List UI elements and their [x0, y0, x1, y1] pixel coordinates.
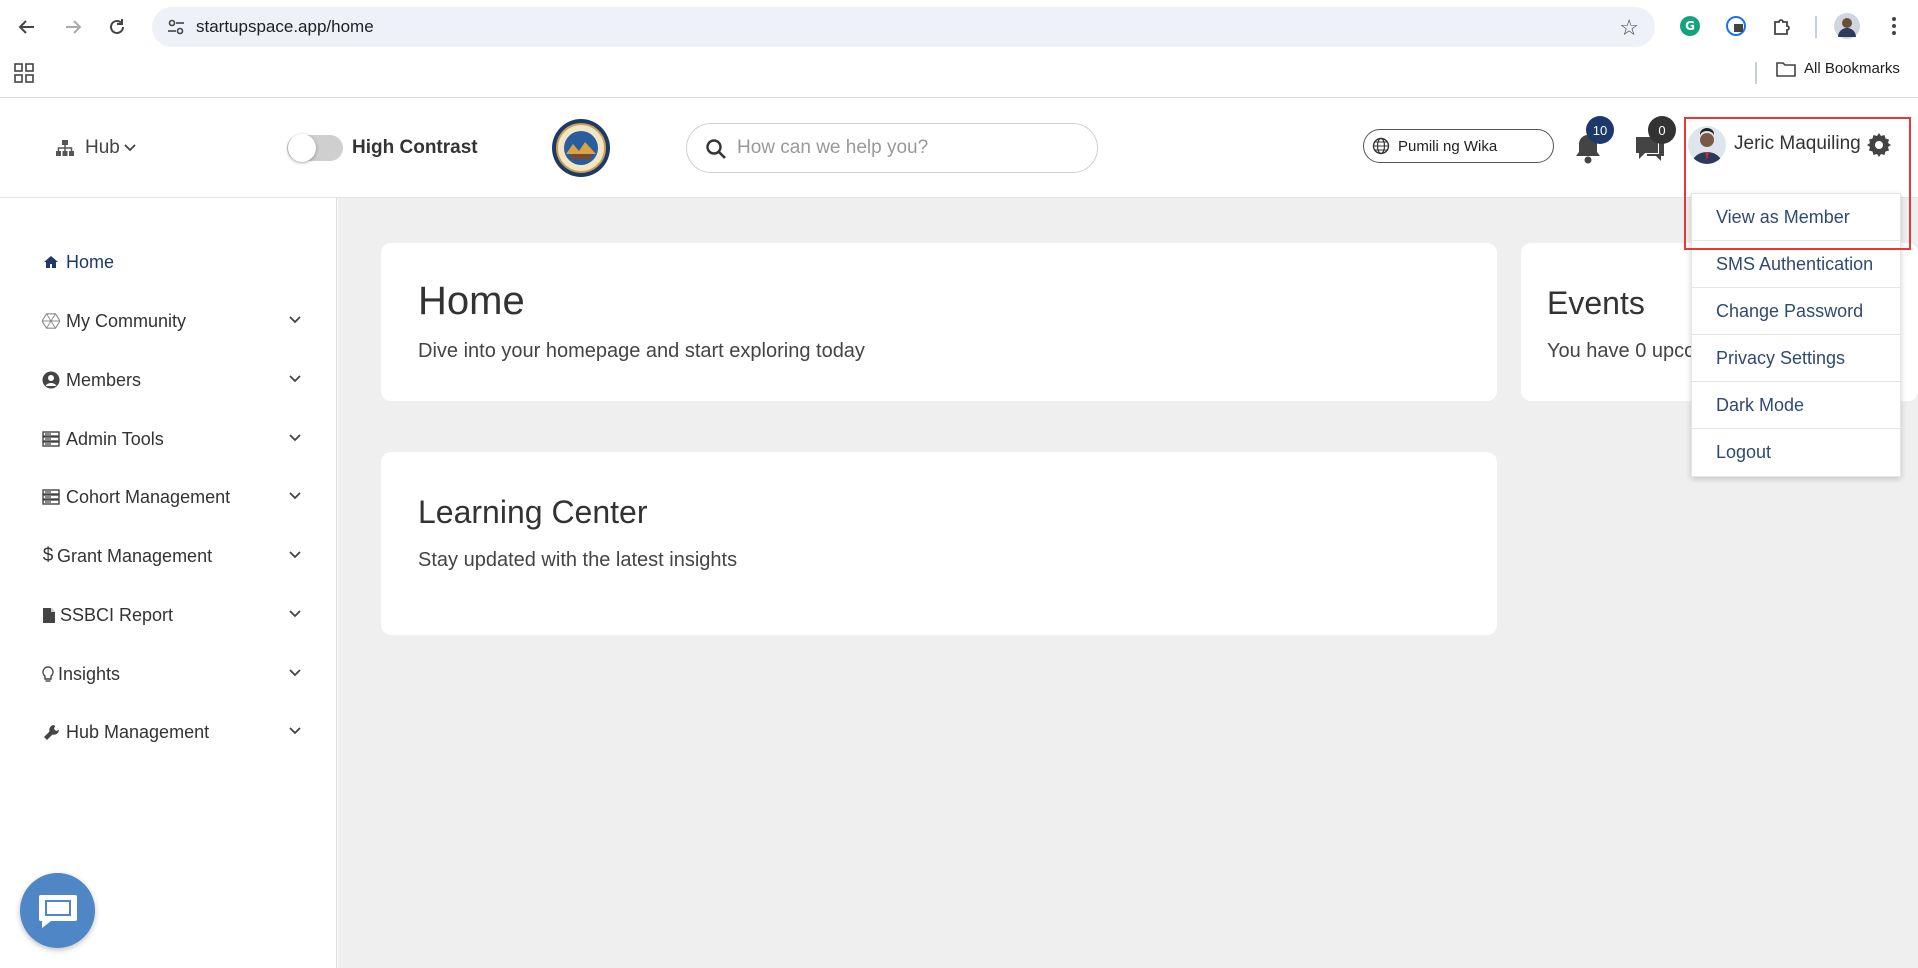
browser-menu-icon[interactable]: [1880, 12, 1908, 40]
chevron-down-icon: [289, 669, 301, 677]
live-chat-widget-button[interactable]: [20, 873, 95, 948]
home-card[interactable]: Home Dive into your homepage and start e…: [381, 243, 1497, 401]
extensions-puzzle-icon[interactable]: [1768, 12, 1796, 40]
sidebar-item-home[interactable]: Home: [42, 247, 302, 277]
menu-item-logout[interactable]: Logout: [1692, 429, 1900, 476]
menu-item-sms-authentication[interactable]: SMS Authentication: [1692, 241, 1900, 288]
notification-count-badge: 10: [1586, 116, 1614, 144]
language-selector[interactable]: Pumili ng Wika: [1363, 129, 1554, 163]
bookmarks-separator: [1755, 62, 1757, 84]
sidebar-item-my-community[interactable]: My Community: [42, 306, 302, 336]
sidebar-item-label: Insights: [58, 663, 121, 684]
help-search-box[interactable]: [686, 123, 1098, 173]
sidebar-item-label: Grant Management: [57, 545, 213, 566]
hub-label: Hub: [85, 137, 120, 158]
forward-button[interactable]: [58, 12, 88, 42]
events-card-subtitle: You have 0 upco: [1547, 340, 1696, 362]
chevron-down-icon: [289, 727, 301, 735]
gear-icon[interactable]: [1866, 132, 1892, 158]
learning-center-card[interactable]: Learning Center Stay updated with the la…: [381, 452, 1497, 635]
events-card-title: Events: [1547, 285, 1645, 321]
grammarly-extension-icon[interactable]: G: [1676, 12, 1704, 40]
arrow-right-icon: [66, 20, 82, 34]
sidebar-item-label: Admin Tools: [66, 428, 164, 449]
chevron-down-icon: [289, 492, 301, 500]
file-icon: [42, 606, 56, 624]
browser-chrome: startupspace.app/home ☆ G All Bookmarks: [0, 0, 1918, 98]
community-icon: [42, 312, 60, 330]
all-bookmarks-button[interactable]: All Bookmarks: [1776, 60, 1900, 77]
sidebar-item-label: SSBCI Report: [60, 604, 174, 625]
folder-icon: [1776, 61, 1796, 77]
back-button[interactable]: [12, 12, 42, 42]
app-header: Hub High Contrast Pumili ng Wika 10 0 Je…: [0, 99, 1918, 198]
chevron-down-icon: [289, 610, 301, 618]
globe-icon: [1372, 137, 1390, 155]
home-icon: [42, 253, 60, 271]
main-content: Home Dive into your homepage and start e…: [338, 198, 1918, 968]
bookmark-star-icon[interactable]: ☆: [1619, 15, 1639, 41]
high-contrast-label: High Contrast: [352, 137, 478, 158]
address-bar[interactable]: startupspace.app/home ☆: [152, 7, 1655, 47]
home-card-subtitle: Dive into your homepage and start explor…: [418, 340, 865, 362]
profile-avatar-icon[interactable]: [1833, 12, 1861, 40]
wrench-icon: [42, 723, 60, 741]
organization-seal-logo[interactable]: [551, 118, 611, 178]
sidebar-item-label: My Community: [66, 310, 187, 331]
dollar-icon: $: [42, 545, 54, 566]
sidebar-nav: Home My Community Members Admin Tools Co…: [0, 198, 337, 968]
learning-center-title: Learning Center: [418, 494, 648, 530]
apps-grid-icon[interactable]: [14, 63, 34, 83]
chevron-down-icon: [124, 144, 136, 152]
user-menu-dropdown: View as Member SMS Authentication Change…: [1691, 193, 1901, 477]
sidebar-item-grant-management[interactable]: $ Grant Management: [42, 541, 302, 571]
chevron-down-icon: [289, 316, 301, 324]
sidebar-item-label: Cohort Management: [66, 486, 231, 507]
sidebar-item-insights[interactable]: Insights: [42, 659, 302, 689]
learning-center-subtitle: Stay updated with the latest insights: [418, 549, 738, 571]
sidebar-item-admin-tools[interactable]: Admin Tools: [42, 424, 302, 454]
chevron-down-icon: [289, 375, 301, 383]
menu-item-dark-mode[interactable]: Dark Mode: [1692, 382, 1900, 429]
reload-button[interactable]: [102, 12, 132, 42]
user-name[interactable]: Jeric Maquiling: [1734, 133, 1861, 155]
hub-dropdown[interactable]: Hub: [55, 137, 136, 159]
high-contrast-toggle[interactable]: [287, 134, 343, 162]
sidebar-item-cohort-management[interactable]: Cohort Management: [42, 482, 302, 512]
password-extension-icon[interactable]: [1722, 12, 1750, 40]
message-count-badge: 0: [1648, 116, 1676, 144]
lightbulb-icon: [42, 665, 54, 683]
sidebar-item-label: Hub Management: [66, 721, 210, 742]
sitemap-icon: [56, 140, 74, 156]
svg-text:G: G: [1685, 19, 1695, 33]
menu-item-privacy-settings[interactable]: Privacy Settings: [1692, 335, 1900, 382]
chat-bubble-icon: [38, 894, 77, 928]
search-icon: [706, 139, 726, 159]
sidebar-item-label: Home: [66, 251, 115, 272]
menu-item-change-password[interactable]: Change Password: [1692, 288, 1900, 335]
sidebar-item-hub-management[interactable]: Hub Management: [42, 717, 302, 747]
sidebar-item-members[interactable]: Members: [42, 365, 302, 395]
chevron-down-icon: [289, 551, 301, 559]
user-avatar[interactable]: [1688, 126, 1726, 164]
user-circle-icon: [42, 371, 60, 389]
toolbar-separator: [1815, 16, 1817, 38]
server-icon: [42, 488, 60, 506]
server-icon: [42, 430, 60, 448]
home-card-title: Home: [418, 279, 525, 323]
reload-icon: [110, 19, 124, 34]
chevron-down-icon: [289, 434, 301, 442]
site-settings-icon[interactable]: [166, 17, 186, 37]
help-search-input[interactable]: [737, 134, 1077, 162]
menu-item-view-as-member[interactable]: View as Member: [1692, 194, 1900, 241]
sidebar-item-label: Members: [66, 369, 142, 390]
language-label: Pumili ng Wika: [1398, 137, 1498, 155]
url-text[interactable]: startupspace.app/home: [196, 17, 374, 37]
all-bookmarks-label: All Bookmarks: [1804, 60, 1900, 77]
sidebar-item-ssbci-report[interactable]: SSBCI Report: [42, 600, 302, 630]
arrow-left-icon: [18, 20, 34, 34]
toggle-knob: [288, 134, 316, 162]
